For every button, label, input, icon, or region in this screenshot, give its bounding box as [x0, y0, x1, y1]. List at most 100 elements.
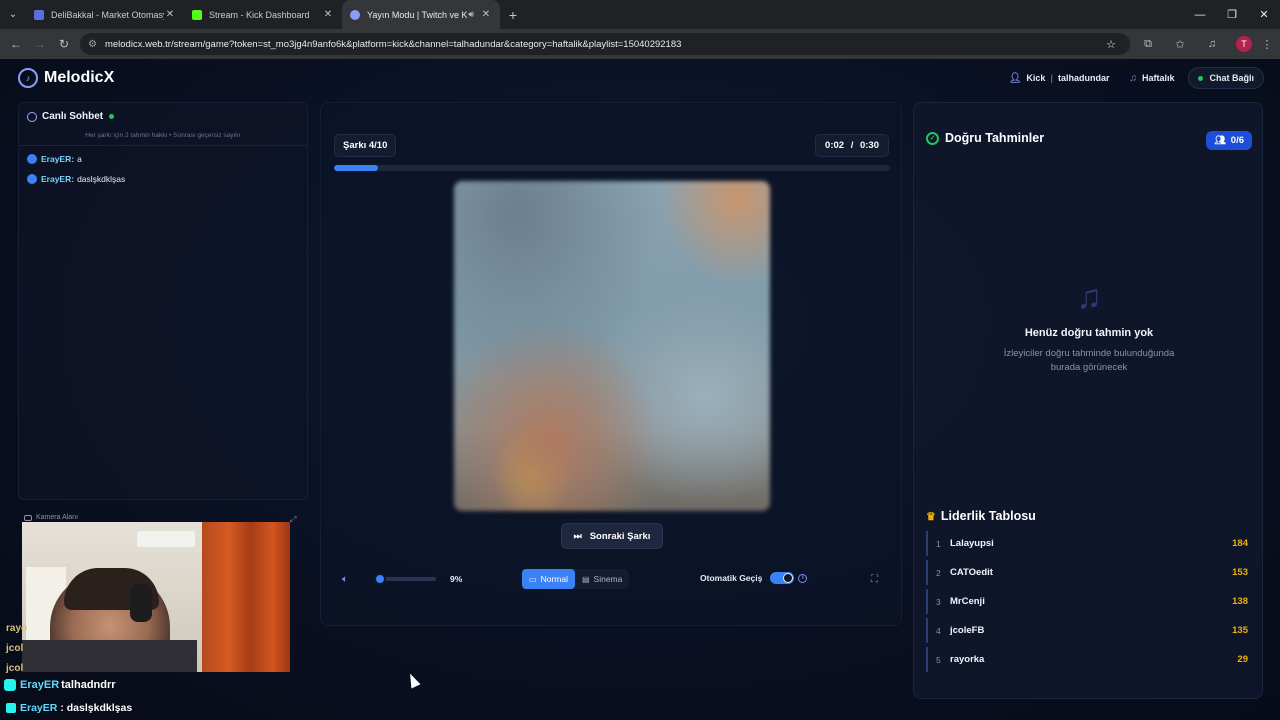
- chat-status-label: Chat Bağlı: [1209, 73, 1254, 83]
- mode-cinema-label: Sinema: [593, 574, 623, 584]
- leaderboard-row: 1 Lalayupsi 184: [926, 531, 1252, 556]
- toggle-knob: [783, 573, 794, 583]
- close-tab-icon[interactable]: ✕: [322, 9, 334, 20]
- rank: 2: [936, 567, 941, 578]
- leaderboard-list: 1 Lalayupsi 184 2 CATOedit 153 3 MrCenji…: [926, 531, 1252, 676]
- time-separator: /: [850, 140, 854, 151]
- stream-overlay-chat: rayo jcol jcol: [6, 619, 27, 679]
- mode-cinema-button[interactable]: ▤ Sinema: [575, 569, 629, 589]
- chat-username[interactable]: ErayER:: [41, 174, 74, 184]
- song-counter: Şarkı 4/10: [334, 134, 397, 157]
- browser-menu-icon[interactable]: ⋮: [1260, 38, 1274, 51]
- expand-icon[interactable]: ⤢: [290, 515, 296, 525]
- player-name: MrCenji: [950, 596, 985, 607]
- tiktok-logo-icon: [4, 679, 16, 691]
- browser-tab-delibakkal[interactable]: DeliBakkal - Market Otomasyonu ✕: [26, 0, 184, 29]
- category-info: ♫ Haftalık: [1123, 69, 1180, 88]
- close-tab-icon[interactable]: ✕: [480, 9, 492, 20]
- new-tab-button[interactable]: +: [500, 7, 526, 23]
- browser-tabbar: ⌄ DeliBakkal - Market Otomasyonu ✕ Strea…: [0, 0, 1280, 29]
- chat-message: ErayER: a: [27, 154, 299, 164]
- empty-title: Henüz doğru tahmin yok: [1024, 327, 1154, 339]
- leaderboard-row: 4 jcoleFB 135: [926, 618, 1252, 643]
- tab-search-icon[interactable]: ⌄: [0, 0, 26, 29]
- next-song-button[interactable]: ⏭︎ Sonraki Şarkı: [561, 523, 663, 549]
- webcam-curtain: [202, 522, 290, 672]
- volume-slider[interactable]: [373, 573, 436, 585]
- info-icon[interactable]: i: [798, 573, 808, 583]
- tab-title: Stream - Kick Dashboard: [209, 9, 310, 20]
- browser-tab-melodicx[interactable]: Yayın Modu | Twitch ve Kick 🔊︎ ✕: [342, 0, 500, 29]
- volume-knob[interactable]: [373, 573, 386, 585]
- next-song-label: Sonraki Şarkı: [589, 530, 651, 542]
- player-score: 184: [1232, 538, 1248, 549]
- address-bar[interactable]: ⚙ melodicx.web.tr/stream/game?token=st_m…: [80, 33, 1130, 55]
- song-progress-bar[interactable]: [334, 165, 890, 171]
- overlay-line: rayo: [6, 623, 28, 634]
- player-score: 138: [1232, 596, 1248, 607]
- category-label: Haftalık: [1141, 73, 1175, 83]
- tab-title: DeliBakkal - Market Otomasyonu: [51, 9, 164, 20]
- delibakkal-favicon-icon: [34, 9, 44, 20]
- restore-icon[interactable]: ❐: [1216, 0, 1248, 29]
- forward-icon[interactable]: →: [28, 37, 52, 51]
- chat-connection-status: Chat Bağlı: [1188, 67, 1264, 89]
- header-status: 👤︎ Kick | talhadundar ♫ Haftalık Chat Ba…: [1003, 67, 1264, 89]
- overlay-username: ErayER: [20, 679, 60, 691]
- live-dot-icon: [109, 114, 115, 119]
- chat-header: Canlı Sohbet: [19, 103, 307, 130]
- leaderboard-row: 3 MrCenji 138: [926, 589, 1252, 614]
- overlay-line: jcol: [6, 643, 24, 654]
- blurred-album-cover: [454, 181, 770, 511]
- close-window-icon[interactable]: ✕: [1248, 0, 1280, 29]
- profile-avatar[interactable]: T: [1236, 36, 1252, 52]
- platform-label: Kick: [1026, 73, 1046, 83]
- user-icon: 👤︎: [1008, 72, 1022, 84]
- browser-tab-kick[interactable]: Stream - Kick Dashboard ✕: [184, 0, 342, 29]
- chat-messages: ErayER: a ErayER: daslşkdklşas: [19, 146, 307, 202]
- correct-guesses-panel: ✓ Doğru Tahminler 👥︎ 0/6 ♫ Henüz doğru t…: [913, 102, 1263, 699]
- empty-description: İzleyiciler doğru tahminde bulunduğunda …: [914, 347, 1264, 375]
- reload-icon[interactable]: ↻: [52, 37, 76, 51]
- live-chat-panel: Canlı Sohbet Her şarkı için 2 tahmin hak…: [18, 102, 308, 500]
- empty-line: İzleyiciler doğru tahminde bulunduğunda: [1003, 348, 1175, 359]
- extensions-icon[interactable]: ⧉: [1132, 38, 1164, 51]
- volume-icon[interactable]: 🔈︎: [342, 574, 358, 585]
- player-name: jcoleFB: [950, 625, 985, 636]
- browser-toolbar: ← → ↻ ⚙ melodicx.web.tr/stream/game?toke…: [0, 29, 1280, 59]
- crown-icon: ♛: [926, 510, 936, 523]
- chat-text: a: [77, 154, 82, 164]
- chat-title: Canlı Sohbet: [42, 111, 104, 122]
- auto-advance-toggle[interactable]: [770, 572, 795, 584]
- time-display: 0:02 / 0:30: [815, 134, 889, 157]
- users-icon: 👥︎: [1214, 135, 1226, 145]
- webcam-headset: [130, 584, 152, 622]
- mode-normal-button[interactable]: ▭ Normal: [522, 569, 575, 589]
- chat-message: ErayER: daslşkdklşas: [27, 174, 299, 184]
- favorites-icon[interactable]: ✩: [1164, 38, 1196, 51]
- webcam-feed: [22, 522, 290, 672]
- chat-bubble-icon: [27, 111, 37, 122]
- empty-line: burada görünecek: [1050, 362, 1128, 373]
- back-icon[interactable]: ←: [4, 37, 28, 51]
- overlay-last-message: ErayER : daslşkdklşas: [6, 702, 132, 714]
- rank: 3: [936, 596, 941, 607]
- tiktok-handle: talhadndrr: [61, 679, 116, 691]
- bookmark-star-icon[interactable]: ☆: [1106, 38, 1116, 51]
- chat-username[interactable]: ErayER:: [41, 154, 74, 164]
- minimize-icon[interactable]: —: [1184, 0, 1216, 29]
- close-tab-icon[interactable]: ✕: [164, 9, 176, 20]
- camera-area-label: Kamera Alanı: [24, 514, 78, 521]
- chat-text: daslşkdklşas: [77, 174, 126, 184]
- site-info-icon[interactable]: ⚙: [88, 39, 97, 50]
- brand[interactable]: ♪ MelodicX: [18, 68, 114, 88]
- melodicx-app: ♪ MelodicX 👤︎ Kick | talhadundar ♫ Hafta…: [0, 59, 1280, 720]
- correct-guesses-title: Doğru Tahminler: [945, 131, 1045, 145]
- camera-label-text: Kamera Alanı: [36, 514, 79, 521]
- audio-playing-icon[interactable]: 🔊︎: [468, 9, 474, 20]
- guess-count-badge: 👥︎ 0/6: [1206, 131, 1252, 150]
- music-note-icon: ♫: [1129, 72, 1137, 84]
- connected-dot-icon: [1198, 75, 1204, 81]
- media-control-icon[interactable]: ♫: [1196, 38, 1228, 50]
- fullscreen-icon[interactable]: ⛶: [871, 574, 878, 585]
